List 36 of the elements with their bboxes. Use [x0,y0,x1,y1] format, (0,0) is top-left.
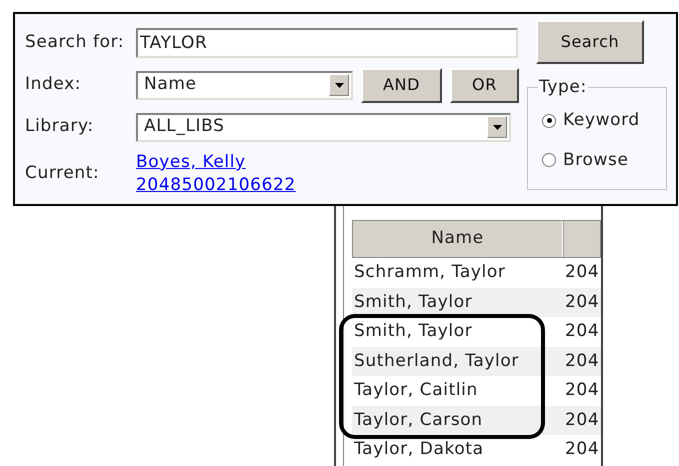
table-cell-text: Smith, Taylor [353,320,474,343]
table-cell-text: Taylor, Carson [353,408,484,432]
table-cell-text: 204 [564,320,600,343]
table-cell-text: 204 [564,408,600,432]
table-cell-text: 204 [564,261,600,284]
table-cell-text: Sutherland, Taylor [353,350,520,372]
field-label: Search for: [25,30,126,54]
search-field[interactable]: TAYLOR [136,28,518,58]
table-cell-text: 204 [564,350,600,372]
button[interactable]: OR [450,68,519,102]
table-cell-text: 204 [564,379,600,402]
field-label: Index: [25,73,82,96]
table-cell-text: 204 [564,438,600,461]
radio-label: Browse [563,148,628,172]
table-cell-text: Smith, Taylor [353,290,474,314]
radio-button[interactable] [542,153,556,168]
table-cell-text: Schramm, Taylor [353,261,506,284]
caret-icon [492,124,502,130]
radio-button[interactable] [542,114,556,128]
table-cell-text: Taylor, Dakota [353,438,485,461]
select-field[interactable]: ALL_LIBS [136,112,511,142]
button[interactable]: AND [361,68,442,102]
column-header[interactable]: Name [353,221,563,257]
link[interactable]: Boyes, Kelly [136,151,296,174]
table-cell-text: 204 [564,290,600,314]
link[interactable]: 20485002106622 [136,174,296,197]
caret-icon [334,82,344,88]
radio-label: Keyword [563,109,640,132]
group-legend: Type: [538,77,588,97]
search-button[interactable]: Search [536,20,644,64]
select-field[interactable]: Name [136,70,353,100]
field-label: Library: [25,115,95,138]
dropdown-button[interactable] [487,116,507,138]
field-label: Current: [25,162,100,186]
dropdown-button[interactable] [329,74,349,96]
table-cell-text: Taylor, Caitlin [353,379,479,402]
